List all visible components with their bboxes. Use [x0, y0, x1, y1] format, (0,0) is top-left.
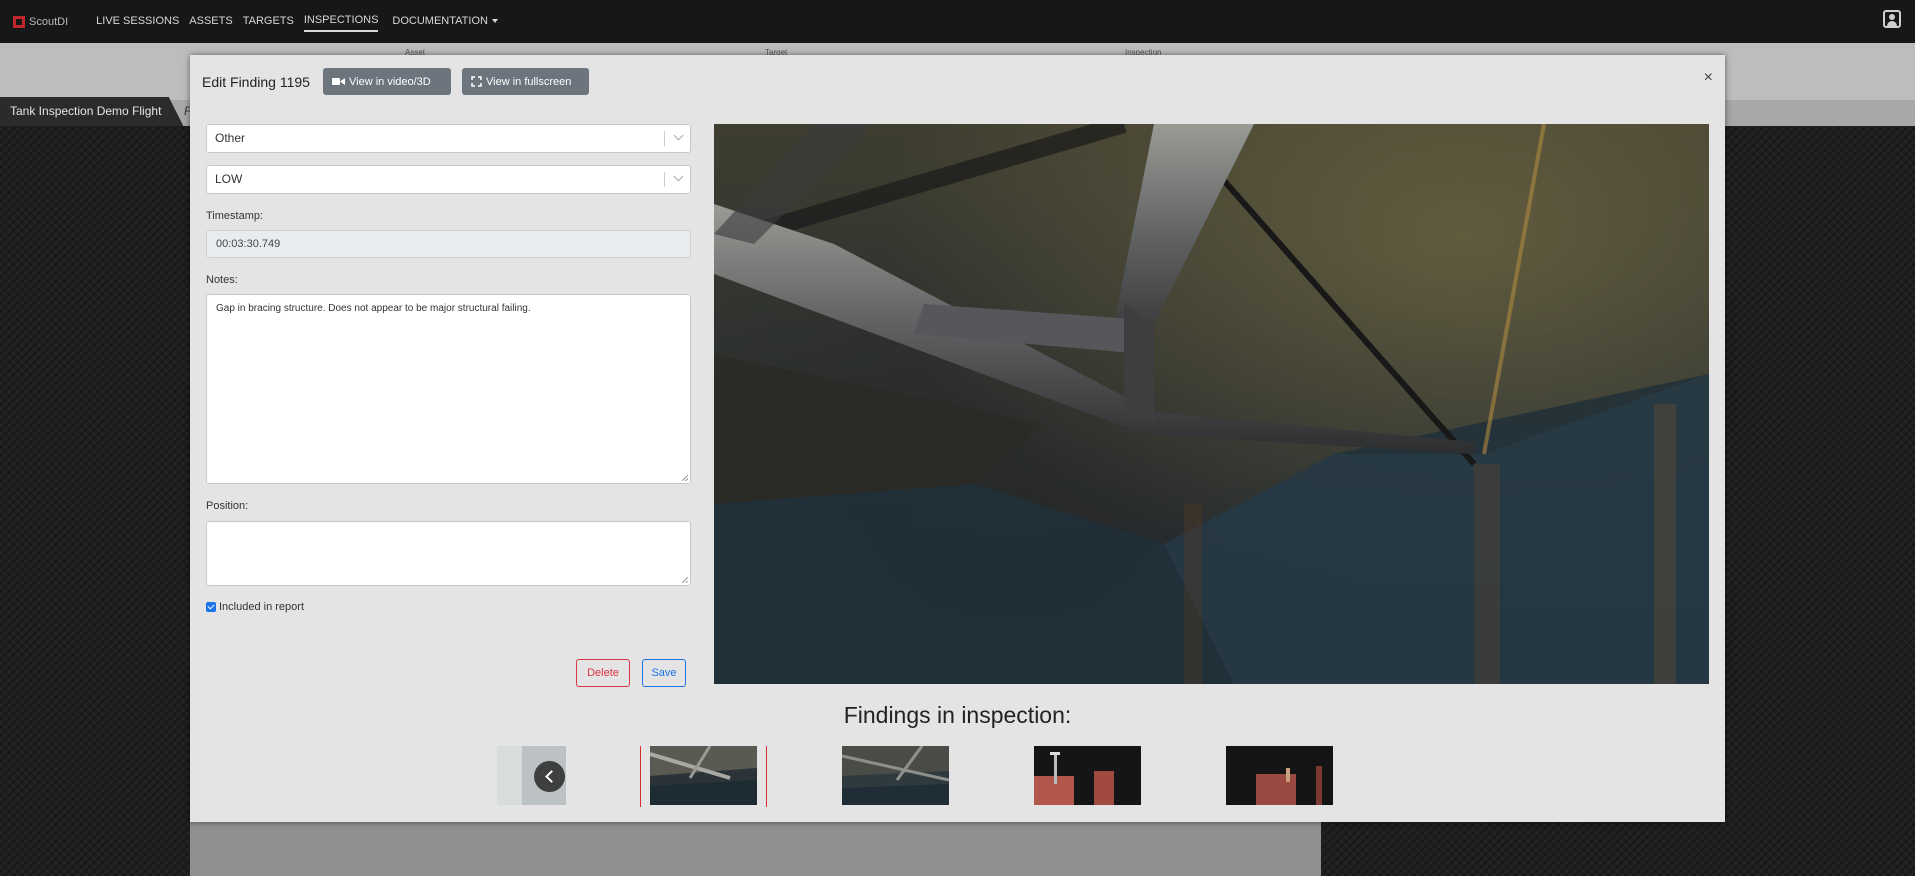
nav-documentation-label: DOCUMENTATION [392, 14, 488, 27]
view-in-fullscreen-label: View in fullscreen [486, 75, 572, 88]
nav-documentation[interactable]: DOCUMENTATION [392, 13, 498, 31]
caret-down-icon [491, 18, 498, 23]
selected-thumbnail-border-right [766, 746, 767, 807]
edit-finding-modal: Edit Finding 1195 View in video/3D View … [190, 55, 1725, 822]
nav-inspections[interactable]: INSPECTIONS [303, 12, 379, 32]
chevron-down-icon [673, 130, 684, 141]
severity-select[interactable]: LOW [206, 165, 691, 194]
background-footer-panel [190, 822, 1321, 876]
thumbnail-image [842, 746, 949, 805]
finding-type-select[interactable]: Other [206, 124, 691, 153]
selected-thumbnail-border-left [640, 746, 641, 807]
finding-type-value: Other [215, 131, 246, 145]
scoutdi-logo-icon [13, 15, 25, 28]
delete-button[interactable]: Delete [576, 659, 630, 687]
view-in-video-button[interactable]: View in video/3D [323, 68, 451, 95]
chevron-left-icon [544, 770, 558, 783]
video-camera-icon [332, 77, 345, 86]
brand-name: ScoutDI [29, 15, 69, 28]
notes-label: Notes: [206, 274, 238, 286]
position-textarea[interactable] [206, 521, 691, 586]
severity-value: LOW [215, 172, 243, 186]
included-in-report-checkbox[interactable] [206, 602, 216, 612]
modal-title: Edit Finding 1195 [202, 74, 310, 90]
view-in-fullscreen-button[interactable]: View in fullscreen [462, 68, 589, 95]
included-in-report-label: Included in report [219, 601, 304, 613]
tab-tank-inspection-demo-flight[interactable]: Tank Inspection Demo Flight [0, 97, 184, 126]
timestamp-label: Timestamp: [206, 210, 264, 222]
chevron-down-icon [673, 171, 684, 182]
timestamp-field: 00:03:30.749 [206, 230, 691, 258]
top-navbar: ScoutDI LIVE SESSIONS ASSETS TARGETS INS… [0, 0, 1915, 43]
nav-live-sessions[interactable]: LIVE SESSIONS [96, 13, 179, 31]
resize-handle-icon[interactable] [682, 475, 688, 481]
finding-image[interactable] [714, 124, 1709, 684]
close-icon[interactable]: × [1704, 70, 1713, 86]
select-divider [664, 131, 665, 146]
thumbnail-image [650, 746, 757, 805]
tank-interior-photo [714, 124, 1709, 684]
user-account-icon[interactable] [1883, 10, 1901, 28]
finding-thumbnail[interactable] [1226, 746, 1333, 805]
finding-thumbnail[interactable] [1034, 746, 1141, 805]
included-in-report-row[interactable]: Included in report [206, 601, 304, 613]
brand-logo[interactable]: ScoutDI [13, 15, 69, 28]
position-label: Position: [206, 500, 249, 512]
resize-handle-icon[interactable] [682, 577, 688, 583]
notes-textarea[interactable]: Gap in bracing structure. Does not appea… [206, 294, 691, 484]
nav-assets[interactable]: ASSETS [189, 13, 232, 31]
nav-targets[interactable]: TARGETS [243, 13, 294, 31]
notes-value: Gap in bracing structure. Does not appea… [216, 303, 531, 314]
findings-in-inspection-title: Findings in inspection: [843, 702, 1072, 728]
save-button[interactable]: Save [642, 659, 686, 687]
finding-thumbnail[interactable] [842, 746, 949, 805]
view-in-video-label: View in video/3D [349, 75, 431, 88]
fullscreen-icon [471, 76, 482, 87]
finding-thumbnail-selected[interactable] [650, 746, 757, 805]
carousel-prev-button[interactable] [534, 761, 565, 792]
select-divider [664, 172, 665, 187]
thumbnail-image [1226, 746, 1333, 805]
thumbnail-image [1034, 746, 1141, 805]
